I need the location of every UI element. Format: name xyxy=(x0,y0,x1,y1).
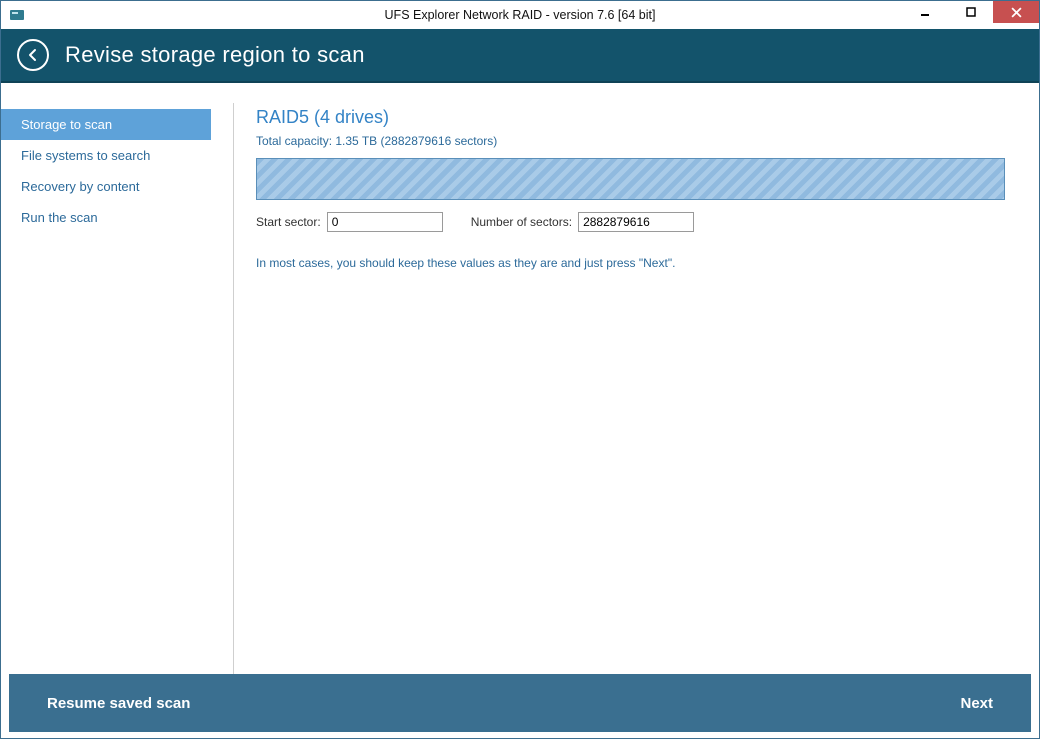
main-panel: RAID5 (4 drives) Total capacity: 1.35 TB… xyxy=(256,103,1039,674)
footer-bar: Resume saved scan Next xyxy=(9,674,1031,732)
start-sector-input[interactable] xyxy=(327,212,443,232)
storage-region-bar[interactable] xyxy=(256,158,1005,200)
start-sector-label: Start sector: xyxy=(256,215,321,229)
page-banner: Revise storage region to scan xyxy=(1,29,1039,83)
num-sectors-input[interactable] xyxy=(578,212,694,232)
titlebar: UFS Explorer Network RAID - version 7.6 … xyxy=(1,1,1039,29)
close-button[interactable] xyxy=(993,1,1039,23)
minimize-button[interactable] xyxy=(901,1,947,23)
storage-heading: RAID5 (4 drives) xyxy=(256,107,1005,128)
sector-fields: Start sector: Number of sectors: xyxy=(256,212,1005,232)
next-button[interactable]: Next xyxy=(960,695,993,712)
sidebar-item-storage-to-scan[interactable]: Storage to scan xyxy=(1,109,211,140)
sidebar-item-file-systems[interactable]: File systems to search xyxy=(1,140,211,171)
window-controls xyxy=(901,1,1039,29)
sidebar: Storage to scan File systems to search R… xyxy=(1,103,211,674)
hint-text: In most cases, you should keep these val… xyxy=(256,256,1005,270)
app-icon xyxy=(9,7,25,23)
resume-saved-scan-button[interactable]: Resume saved scan xyxy=(47,695,190,712)
window-title: UFS Explorer Network RAID - version 7.6 … xyxy=(1,8,1039,22)
content-area: Storage to scan File systems to search R… xyxy=(1,83,1039,674)
sidebar-item-recovery-by-content[interactable]: Recovery by content xyxy=(1,171,211,202)
back-button[interactable] xyxy=(17,39,49,71)
capacity-label: Total capacity: 1.35 TB (2882879616 sect… xyxy=(256,134,1005,148)
num-sectors-label: Number of sectors: xyxy=(471,215,572,229)
page-title: Revise storage region to scan xyxy=(65,42,365,68)
vertical-divider xyxy=(233,103,234,674)
sidebar-item-run-the-scan[interactable]: Run the scan xyxy=(1,202,211,233)
maximize-button[interactable] xyxy=(947,1,993,23)
